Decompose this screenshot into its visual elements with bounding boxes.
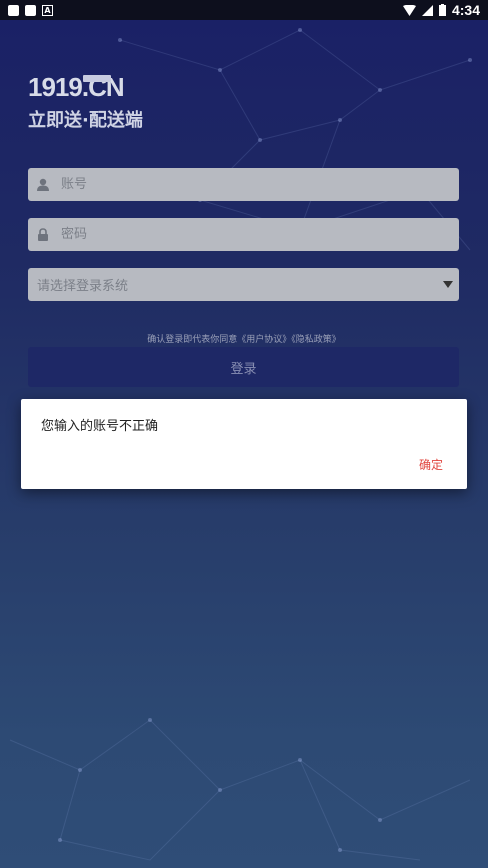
signal-icon xyxy=(421,4,433,16)
clock: 4:34 xyxy=(451,2,480,18)
login-screen: A 4:34 1919.CN 立即送·配送端 请选择登录系统 确认登录即代表你同… xyxy=(0,0,488,868)
app-notification-icon: A xyxy=(42,4,53,16)
status-bar: A 4:34 xyxy=(0,0,488,20)
confirm-button[interactable]: 确定 xyxy=(419,456,443,473)
lock-icon xyxy=(38,228,48,241)
system-select[interactable]: 请选择登录系统 xyxy=(28,268,459,301)
wifi-icon xyxy=(402,4,416,16)
status-bar-left: A xyxy=(8,4,53,16)
notification-icon xyxy=(8,4,19,16)
notification-icon xyxy=(25,4,36,16)
battery-icon xyxy=(438,4,446,16)
logo-badge xyxy=(83,75,111,82)
account-input[interactable] xyxy=(59,176,459,193)
password-input[interactable] xyxy=(59,226,459,243)
dialog-message: 您输入的账号不正确 xyxy=(41,419,159,434)
error-dialog: 您输入的账号不正确 确定 xyxy=(21,399,467,489)
login-button[interactable]: 登录 xyxy=(28,347,459,387)
caret-down-icon xyxy=(443,281,453,288)
account-field[interactable] xyxy=(28,168,459,201)
slogan: 立即送·配送端 xyxy=(28,110,143,131)
system-select-label: 请选择登录系统 xyxy=(37,279,129,294)
user-icon xyxy=(37,178,49,191)
password-field[interactable] xyxy=(28,218,459,251)
agreement-text[interactable]: 确认登录即代表你同意《用户协议》《隐私政策》 xyxy=(0,332,488,345)
status-bar-right: 4:34 xyxy=(402,2,480,18)
